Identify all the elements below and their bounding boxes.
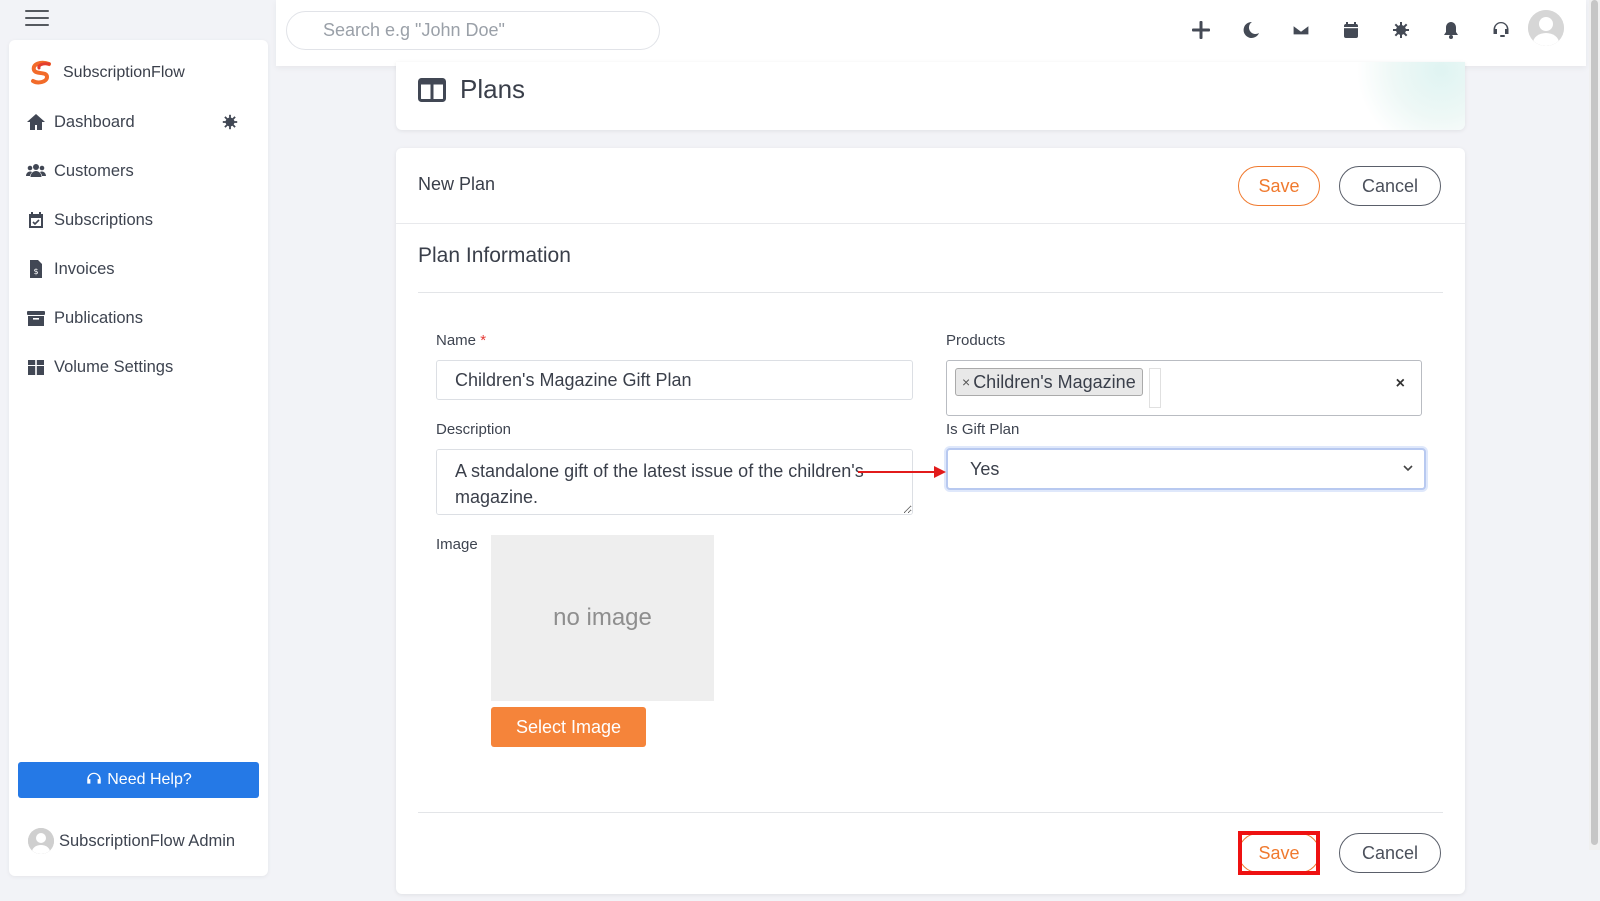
footer-cancel-button[interactable]: Cancel bbox=[1339, 833, 1441, 873]
sidebar-item-label: Subscriptions bbox=[54, 210, 154, 229]
headset-icon[interactable] bbox=[1485, 14, 1517, 46]
sidebar-item-label: Customers bbox=[54, 161, 134, 180]
admin-avatar bbox=[28, 828, 54, 854]
required-marker: * bbox=[480, 332, 487, 349]
admin-profile[interactable]: SubscriptionFlow Admin bbox=[28, 828, 235, 854]
invoice-icon: $ bbox=[30, 260, 42, 278]
box-icon bbox=[28, 360, 44, 375]
page-header-card: Plans bbox=[396, 62, 1465, 130]
is-gift-plan-select[interactable]: Yes bbox=[946, 448, 1426, 490]
tag-remove-icon[interactable]: × bbox=[962, 374, 970, 390]
description-label: Description bbox=[436, 421, 512, 438]
columns-icon bbox=[418, 77, 446, 102]
name-field[interactable] bbox=[436, 360, 913, 400]
products-multiselect[interactable]: × Children's Magazine × bbox=[946, 360, 1422, 416]
sidebar-item-label: Invoices bbox=[54, 259, 115, 278]
need-help-label: Need Help? bbox=[107, 771, 192, 788]
products-label: Products bbox=[946, 332, 1006, 349]
top-actions bbox=[1185, 14, 1535, 46]
clear-products-icon[interactable]: × bbox=[1396, 375, 1405, 393]
gift-plan-value: Yes bbox=[970, 458, 1000, 479]
description-field[interactable]: A standalone gift of the latest issue of… bbox=[436, 449, 913, 515]
sidebar: SubscriptionFlow Dashboard Customers Sub… bbox=[9, 40, 268, 876]
header-save-button[interactable]: Save bbox=[1238, 166, 1320, 206]
footer-divider bbox=[418, 812, 1443, 813]
plus-icon[interactable] bbox=[1185, 14, 1217, 46]
section-divider bbox=[418, 292, 1443, 293]
section-title: Plan Information bbox=[418, 244, 571, 267]
need-help-button[interactable]: Need Help? bbox=[18, 762, 259, 798]
sidebar-item-publications[interactable]: Publications bbox=[26, 308, 143, 328]
calendar-check-icon bbox=[29, 212, 43, 228]
chevron-down-icon bbox=[1403, 465, 1413, 472]
sidebar-item-subscriptions[interactable]: Subscriptions bbox=[26, 210, 153, 230]
image-label: Image bbox=[436, 536, 478, 553]
save-highlight-box bbox=[1238, 831, 1320, 875]
users-icon bbox=[26, 164, 46, 177]
calendar-icon[interactable] bbox=[1335, 14, 1367, 46]
search-input[interactable] bbox=[286, 11, 660, 50]
image-placeholder: no image bbox=[491, 535, 714, 701]
sidebar-item-label: Publications bbox=[54, 308, 143, 327]
page-title-text: Plans bbox=[460, 74, 526, 104]
decorative-wave bbox=[1345, 62, 1465, 130]
sidebar-item-label: Volume Settings bbox=[54, 357, 174, 376]
moon-icon[interactable] bbox=[1235, 14, 1267, 46]
subscriptionflow-logo-icon bbox=[31, 60, 51, 85]
new-plan-form: New Plan Save Cancel Plan Information Na… bbox=[396, 148, 1465, 894]
sidebar-item-customers[interactable]: Customers bbox=[26, 161, 134, 181]
header-cancel-button[interactable]: Cancel bbox=[1339, 166, 1441, 206]
brand-name: SubscriptionFlow bbox=[63, 64, 185, 81]
sidebar-item-dashboard[interactable]: Dashboard bbox=[26, 112, 135, 132]
products-search-input[interactable] bbox=[1149, 368, 1161, 408]
archive-icon bbox=[27, 311, 45, 326]
form-header: New Plan Save Cancel bbox=[396, 148, 1465, 224]
sidebar-item-label: Dashboard bbox=[54, 112, 135, 131]
no-image-text: no image bbox=[553, 604, 652, 631]
product-tag: × Children's Magazine bbox=[955, 368, 1143, 396]
name-label: Name * bbox=[436, 332, 487, 349]
user-avatar[interactable] bbox=[1528, 10, 1564, 46]
headset-icon bbox=[87, 772, 101, 784]
annotation-arrow-icon bbox=[858, 466, 946, 478]
home-icon bbox=[27, 114, 45, 130]
brand[interactable]: SubscriptionFlow bbox=[29, 60, 185, 86]
hamburger-menu-icon[interactable] bbox=[25, 10, 49, 26]
gift-plan-label: Is Gift Plan bbox=[946, 421, 1020, 438]
product-tag-label: Children's Magazine bbox=[973, 371, 1136, 392]
sidebar-item-invoices[interactable]: $ Invoices bbox=[26, 259, 115, 279]
envelope-icon[interactable] bbox=[1285, 14, 1317, 46]
bell-icon[interactable] bbox=[1435, 14, 1467, 46]
dashboard-settings-gear-icon[interactable] bbox=[221, 113, 239, 131]
page-title: Plans bbox=[418, 74, 525, 105]
gear-icon[interactable] bbox=[1385, 14, 1417, 46]
form-title: New Plan bbox=[418, 174, 496, 194]
page-scrollbar[interactable] bbox=[1589, 0, 1600, 850]
sidebar-item-volume-settings[interactable]: Volume Settings bbox=[26, 357, 173, 377]
svg-text:$: $ bbox=[34, 267, 39, 276]
select-image-button[interactable]: Select Image bbox=[491, 707, 646, 747]
admin-name: SubscriptionFlow Admin bbox=[59, 831, 236, 850]
